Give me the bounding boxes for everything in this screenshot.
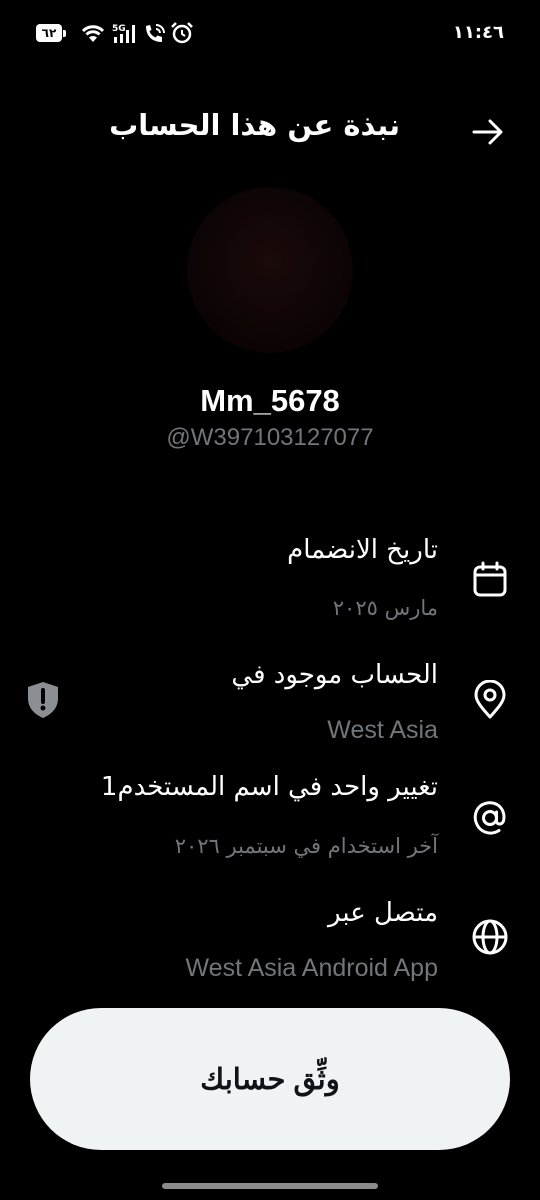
username-change-title: تغيير واحد في اسم المستخدم1 [100, 772, 438, 802]
location-value: West Asia [327, 716, 438, 744]
verify-account-button[interactable]: وثِّق حسابك [30, 1008, 510, 1150]
cellular-signal-icon: 5G [112, 24, 135, 43]
alarm-icon [171, 22, 193, 44]
at-sign-icon [473, 801, 506, 835]
wifi-calling-icon [146, 24, 165, 42]
location-title: الحساب موجود في [231, 660, 438, 690]
shield-alert-icon[interactable] [25, 680, 61, 720]
avatar [187, 187, 353, 353]
location-pin-icon [474, 680, 506, 719]
display-name: Mm_5678 [200, 383, 340, 418]
connected-via-title: متصل عبر [328, 898, 438, 928]
back-arrow-icon[interactable] [470, 114, 506, 150]
calendar-icon [473, 561, 507, 597]
clock: ١١:٤٦ [452, 22, 504, 43]
wifi-icon [81, 25, 105, 42]
battery-level: ٦٢ [41, 26, 57, 40]
joined-title: تاريخ الانضمام [287, 535, 438, 565]
page-title: نبذة عن هذا الحساب [109, 108, 400, 142]
verify-account-label: وثِّق حسابك [200, 1063, 340, 1096]
status-bar: ٦٢ 5G ١١:٤٦ [0, 0, 540, 66]
battery-icon: ٦٢ [36, 24, 66, 42]
username-change-date: آخر استخدام في سبتمبر ٢٠٢٦ [174, 834, 438, 858]
globe-icon [472, 919, 508, 955]
home-indicator[interactable] [162, 1183, 378, 1189]
network-type-label: 5G [112, 24, 126, 34]
user-handle: @W397103127077 [166, 424, 374, 451]
connected-via-value: West Asia Android App [185, 954, 438, 982]
joined-date: مارس ٢٠٢٥ [332, 596, 438, 620]
